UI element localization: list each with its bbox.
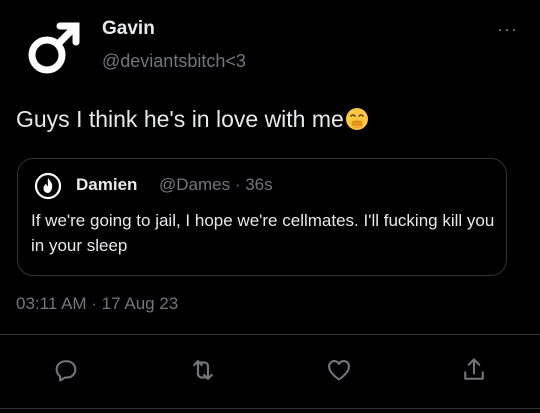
quoted-avatar[interactable] xyxy=(34,172,62,200)
reply-button[interactable] xyxy=(50,354,82,386)
retweet-button[interactable] xyxy=(187,354,219,386)
like-button[interactable] xyxy=(323,354,355,386)
tweet-timestamp[interactable]: 03:11 AM · 17 Aug 23 xyxy=(16,294,178,314)
share-icon xyxy=(464,358,484,380)
tweet-text: Guys I think he's in love with me xyxy=(16,106,369,137)
more-options-icon[interactable]: ··· xyxy=(497,20,518,38)
user-handle[interactable]: @deviantsbitch<3 xyxy=(102,51,246,72)
divider xyxy=(0,334,540,335)
quoted-handle-time[interactable]: @Dames · 36s xyxy=(159,175,273,195)
quoted-display-name[interactable]: Damien xyxy=(76,175,137,195)
share-button[interactable] xyxy=(458,354,490,386)
avatar[interactable] xyxy=(24,18,84,78)
display-name[interactable]: Gavin xyxy=(102,18,155,40)
male-symbol-icon xyxy=(28,22,80,74)
quoted-tweet-text: If we're going to jail, I hope we're cel… xyxy=(31,211,495,255)
heart-icon xyxy=(328,359,350,381)
retweet-icon xyxy=(193,360,213,380)
reply-icon xyxy=(55,360,77,382)
tweet-text-content: Guys I think he's in love with me xyxy=(16,106,344,132)
bottom-divider xyxy=(0,408,540,409)
face-with-hand-over-mouth-emoji xyxy=(345,107,369,137)
flame-logo-icon xyxy=(34,172,62,200)
